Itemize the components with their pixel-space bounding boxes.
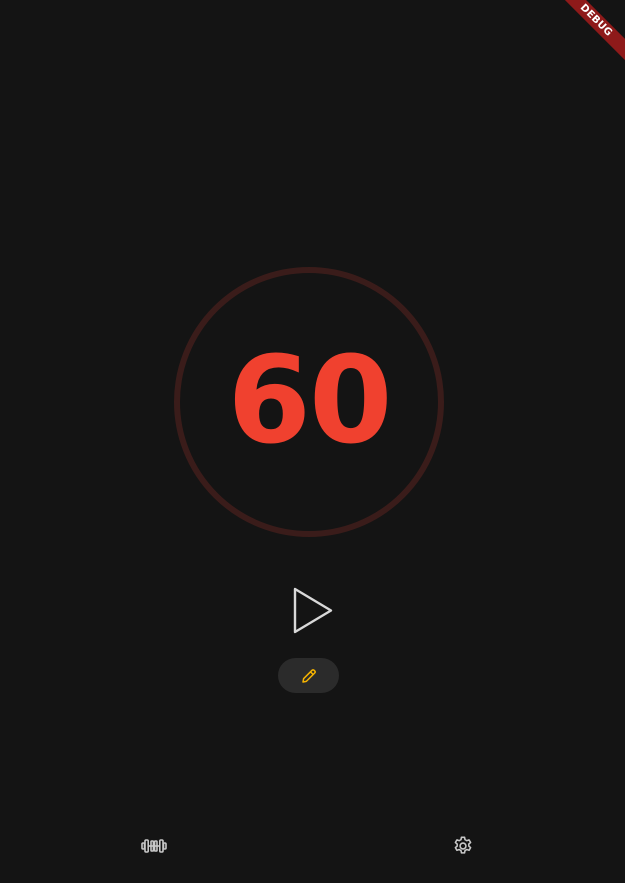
bottom-navigation: [0, 808, 625, 883]
play-button[interactable]: [289, 586, 337, 636]
dumbbell-icon: [141, 839, 167, 853]
pencil-icon: [301, 668, 316, 683]
nav-workout-button[interactable]: [139, 831, 169, 861]
play-icon: [293, 587, 333, 634]
timer-screen: DEBUG 60: [0, 0, 625, 883]
timer-value: 60: [227, 331, 393, 471]
nav-settings-button[interactable]: [448, 831, 478, 861]
edit-timer-button[interactable]: [278, 658, 339, 693]
debug-banner: DEBUG: [545, 0, 625, 80]
debug-banner-label: DEBUG: [551, 0, 625, 65]
gear-icon: [454, 836, 472, 854]
timer-display: 60: [173, 266, 445, 538]
